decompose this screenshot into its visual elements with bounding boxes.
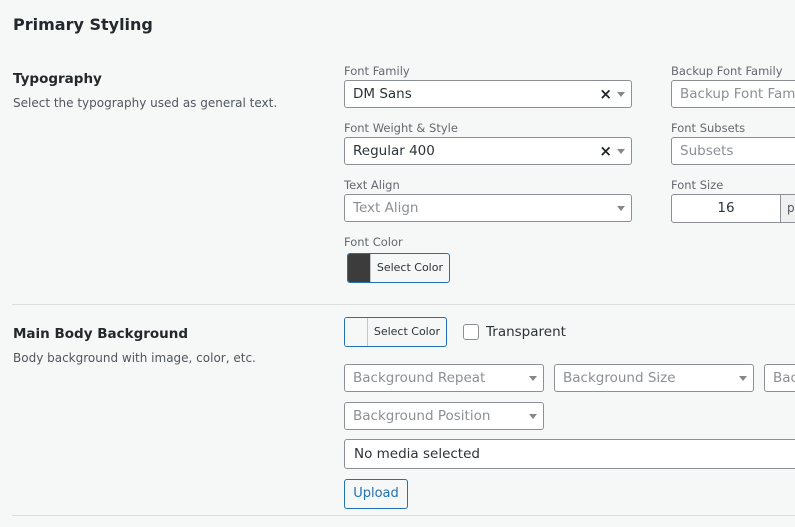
chevron-down-icon [617,206,625,211]
chevron-down-icon [739,376,747,381]
font-size-unit: px [780,195,795,222]
transparent-label: Transparent [486,324,566,340]
font-weight-style-value: Regular 400 [353,143,435,159]
font-subsets-label: Font Subsets [671,121,746,135]
chevron-down-icon [617,149,625,154]
transparent-checkbox[interactable] [463,324,479,340]
body-bg-color-button-label: Select Color [373,325,440,338]
font-subsets-select[interactable]: Subsets [671,137,795,165]
chevron-down-icon [529,376,537,381]
chevron-down-icon [617,92,625,97]
body-bg-color-button[interactable]: Select Color [344,317,447,347]
font-color-label: Font Color [344,235,403,249]
background-attachment-select[interactable]: Bac [764,364,795,392]
font-color-button[interactable]: Select Color [347,253,450,283]
font-color-swatch [348,254,371,282]
text-align-placeholder: Text Align [353,200,419,216]
font-family-value: DM Sans [353,86,412,102]
main-body-background-title: Main Body Background [13,326,189,342]
main-body-background-description: Body background with image, color, etc. [13,351,256,365]
section-divider [12,515,795,516]
font-weight-style-select[interactable]: Regular 400 × [344,137,632,165]
backup-font-family-input[interactable]: Backup Font Family [671,80,795,108]
background-position-placeholder: Background Position [353,408,491,424]
background-size-placeholder: Background Size [563,370,676,386]
font-family-label: Font Family [344,64,410,78]
page-title: Primary Styling [13,15,153,34]
text-align-select[interactable]: Text Align [344,194,632,222]
font-color-button-label: Select Color [376,261,443,274]
font-size-value: 16 [717,200,735,216]
upload-button[interactable]: Upload [344,479,408,509]
backup-font-family-label: Backup Font Family [671,64,783,78]
background-attachment-placeholder: Bac [773,370,795,386]
clear-icon[interactable]: × [599,81,612,107]
typography-title: Typography [13,71,102,87]
media-url-field[interactable]: No media selected [344,439,795,469]
font-size-label: Font Size [671,178,724,192]
background-repeat-select[interactable]: Background Repeat [344,364,544,392]
font-weight-style-label: Font Weight & Style [344,121,458,135]
font-family-select[interactable]: DM Sans × [344,80,632,108]
section-divider [12,304,795,305]
text-align-label: Text Align [344,178,400,192]
typography-description: Select the typography used as general te… [13,96,278,110]
background-repeat-placeholder: Background Repeat [353,370,486,386]
background-position-select[interactable]: Background Position [344,402,544,430]
chevron-down-icon [529,414,537,419]
background-size-select[interactable]: Background Size [554,364,754,392]
font-size-input[interactable]: 16 px [671,194,795,223]
body-bg-color-swatch [345,318,368,346]
clear-icon[interactable]: × [599,138,612,164]
